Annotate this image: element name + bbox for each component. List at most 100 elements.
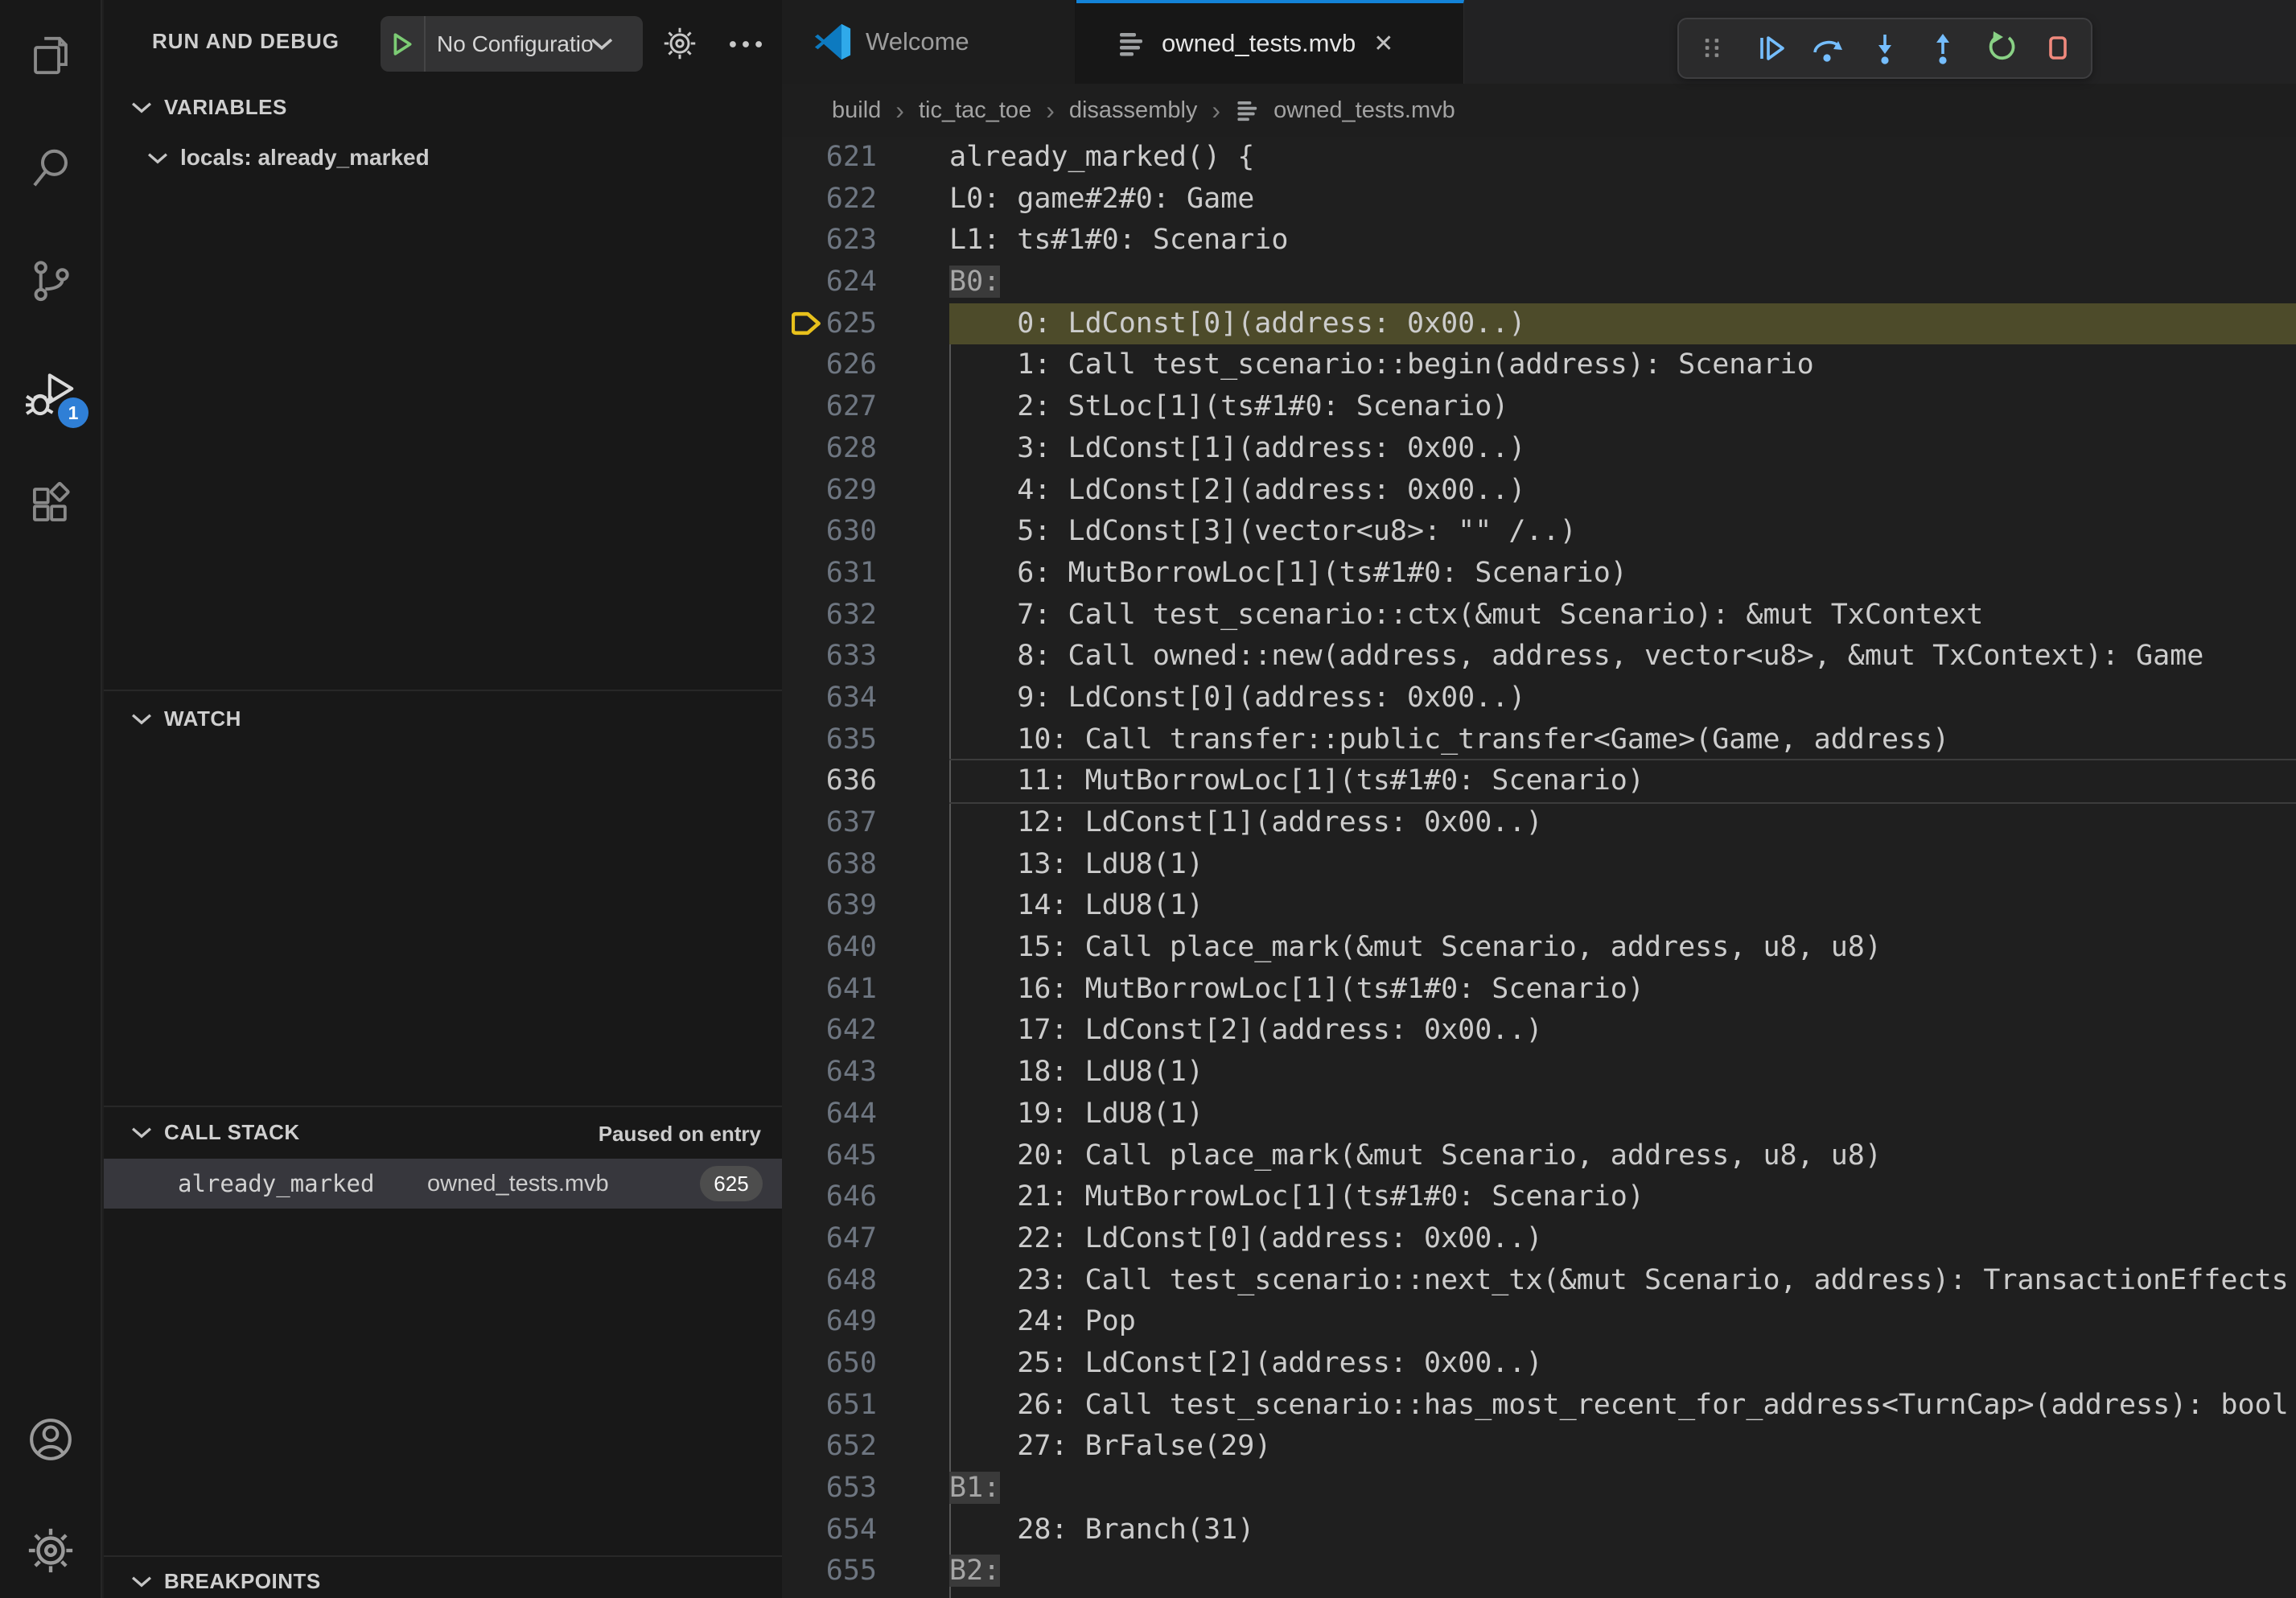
- line-number[interactable]: 641: [782, 969, 877, 1011]
- line-number[interactable]: 644: [782, 1093, 877, 1135]
- code-line[interactable]: 646 21: MutBorrowLoc[1](ts#1#0: Scenario…: [782, 1176, 2296, 1218]
- debug-settings-gear-icon[interactable]: [662, 26, 697, 61]
- stop-button[interactable]: [2039, 30, 2076, 67]
- code-line[interactable]: 631 6: MutBorrowLoc[1](ts#1#0: Scenario): [782, 553, 2296, 595]
- call-stack-frame-row[interactable]: already_marked owned_tests.mvb 625: [104, 1159, 782, 1209]
- continue-button[interactable]: [1751, 30, 1788, 67]
- line-number[interactable]: 651: [782, 1385, 877, 1427]
- line-number[interactable]: 643: [782, 1052, 877, 1093]
- line-number[interactable]: 635: [782, 719, 877, 761]
- tab-owned-tests[interactable]: owned_tests.mvb ✕: [1076, 0, 1464, 84]
- code-line[interactable]: 649 24: Pop: [782, 1301, 2296, 1343]
- breadcrumb[interactable]: build›tic_tac_toe›disassembly›owned_test…: [782, 84, 2296, 137]
- line-number[interactable]: 655: [782, 1551, 877, 1592]
- step-out-button[interactable]: [1924, 30, 1961, 67]
- code-line[interactable]: 628 3: LdConst[1](address: 0x00..): [782, 428, 2296, 470]
- line-number[interactable]: 640: [782, 927, 877, 969]
- code-line[interactable]: 640 15: Call place_mark(&mut Scenario, a…: [782, 927, 2296, 969]
- line-number[interactable]: 646: [782, 1176, 877, 1218]
- code-line[interactable]: 621already_marked() {: [782, 137, 2296, 179]
- account-icon[interactable]: [0, 1415, 101, 1464]
- code-line[interactable]: 626 1: Call test_scenario::begin(address…: [782, 344, 2296, 386]
- line-number[interactable]: 633: [782, 636, 877, 678]
- launch-config-dropdown[interactable]: No Configurations: [381, 16, 643, 72]
- section-divider[interactable]: [104, 1106, 782, 1107]
- debug-start-icon[interactable]: [381, 16, 426, 72]
- code-line[interactable]: 652 27: BrFalse(29): [782, 1426, 2296, 1468]
- line-number[interactable]: 630: [782, 511, 877, 553]
- line-number[interactable]: 645: [782, 1135, 877, 1177]
- code-editor[interactable]: 621already_marked() {622L0: game#2#0: Ga…: [782, 137, 2296, 1598]
- line-number[interactable]: 623: [782, 220, 877, 262]
- line-number[interactable]: 652: [782, 1426, 877, 1468]
- more-actions-icon[interactable]: [727, 39, 764, 50]
- code-line[interactable]: 630 5: LdConst[3](vector<u8>: "" /..): [782, 511, 2296, 553]
- code-line[interactable]: 638 13: LdU8(1): [782, 844, 2296, 886]
- line-number[interactable]: 634: [782, 678, 877, 719]
- locals-scope-row[interactable]: locals: already_marked: [146, 145, 430, 171]
- step-into-button[interactable]: [1866, 30, 1903, 67]
- line-number[interactable]: 622: [782, 179, 877, 220]
- line-number[interactable]: 632: [782, 595, 877, 636]
- breadcrumb-item[interactable]: tic_tac_toe: [919, 97, 1031, 124]
- code-line[interactable]: 629 4: LdConst[2](address: 0x00..): [782, 470, 2296, 512]
- extensions-icon[interactable]: [0, 481, 101, 528]
- code-line[interactable]: 645 20: Call place_mark(&mut Scenario, a…: [782, 1135, 2296, 1177]
- code-line[interactable]: 634 9: LdConst[0](address: 0x00..): [782, 678, 2296, 719]
- code-line[interactable]: 648 23: Call test_scenario::next_tx(&mut…: [782, 1260, 2296, 1302]
- search-icon[interactable]: [0, 145, 101, 192]
- code-line[interactable]: 643 18: LdU8(1): [782, 1052, 2296, 1093]
- breadcrumb-item[interactable]: owned_tests.mvb: [1273, 97, 1455, 124]
- code-line[interactable]: 647 22: LdConst[0](address: 0x00..): [782, 1218, 2296, 1260]
- breadcrumb-item[interactable]: build: [832, 97, 881, 124]
- code-line[interactable]: 650 25: LdConst[2](address: 0x00..): [782, 1343, 2296, 1385]
- debug-toolbar[interactable]: [1677, 18, 2092, 79]
- breadcrumb-item[interactable]: disassembly: [1069, 97, 1198, 124]
- code-line[interactable]: 622L0: game#2#0: Game: [782, 179, 2296, 220]
- code-line[interactable]: 651 26: Call test_scenario::has_most_rec…: [782, 1385, 2296, 1427]
- tab-welcome[interactable]: Welcome: [782, 0, 1076, 84]
- line-number[interactable]: 648: [782, 1260, 877, 1302]
- code-line[interactable]: 641 16: MutBorrowLoc[1](ts#1#0: Scenario…: [782, 969, 2296, 1011]
- explorer-icon[interactable]: [0, 32, 101, 79]
- line-number[interactable]: 637: [782, 802, 877, 844]
- line-number[interactable]: 626: [782, 344, 877, 386]
- code-line[interactable]: 627 2: StLoc[1](ts#1#0: Scenario): [782, 386, 2296, 428]
- section-divider[interactable]: [104, 690, 782, 691]
- source-control-icon[interactable]: [0, 256, 101, 303]
- line-number[interactable]: 628: [782, 428, 877, 470]
- code-line[interactable]: 625 0: LdConst[0](address: 0x00..): [782, 303, 2296, 345]
- code-line[interactable]: 635 10: Call transfer::public_transfer<G…: [782, 719, 2296, 761]
- line-number[interactable]: 653: [782, 1468, 877, 1509]
- line-number[interactable]: 621: [782, 137, 877, 179]
- line-number[interactable]: 642: [782, 1010, 877, 1052]
- drag-handle-icon[interactable]: [1693, 30, 1730, 67]
- watch-section-header[interactable]: WATCH: [130, 706, 241, 731]
- line-number[interactable]: 631: [782, 553, 877, 595]
- code-line[interactable]: 654 28: Branch(31): [782, 1509, 2296, 1551]
- section-divider[interactable]: [104, 1555, 782, 1557]
- step-over-button[interactable]: [1808, 30, 1845, 67]
- code-line[interactable]: 642 17: LdConst[2](address: 0x00..): [782, 1010, 2296, 1052]
- line-number[interactable]: 649: [782, 1301, 877, 1343]
- code-line[interactable]: 633 8: Call owned::new(address, address,…: [782, 636, 2296, 678]
- line-number[interactable]: 627: [782, 386, 877, 428]
- code-line[interactable]: 637 12: LdConst[1](address: 0x00..): [782, 802, 2296, 844]
- line-number[interactable]: 647: [782, 1218, 877, 1260]
- call-stack-section-header[interactable]: CALL STACK: [130, 1120, 300, 1145]
- code-line[interactable]: 644 19: LdU8(1): [782, 1093, 2296, 1135]
- code-line[interactable]: 653B1:: [782, 1468, 2296, 1509]
- restart-button[interactable]: [1981, 30, 2018, 67]
- line-number[interactable]: 639: [782, 885, 877, 927]
- variables-section-header[interactable]: VARIABLES: [130, 95, 287, 120]
- line-number[interactable]: 650: [782, 1343, 877, 1385]
- close-icon[interactable]: ✕: [1373, 30, 1393, 58]
- code-line[interactable]: 655B2:: [782, 1551, 2296, 1592]
- line-number[interactable]: 654: [782, 1509, 877, 1551]
- line-number[interactable]: 624: [782, 262, 877, 303]
- line-number[interactable]: 636: [782, 760, 877, 802]
- code-line[interactable]: 632 7: Call test_scenario::ctx(&mut Scen…: [782, 595, 2296, 636]
- breakpoints-section-header[interactable]: BREAKPOINTS: [130, 1569, 321, 1594]
- code-line[interactable]: 636 11: MutBorrowLoc[1](ts#1#0: Scenario…: [782, 760, 2296, 802]
- line-number[interactable]: 638: [782, 844, 877, 886]
